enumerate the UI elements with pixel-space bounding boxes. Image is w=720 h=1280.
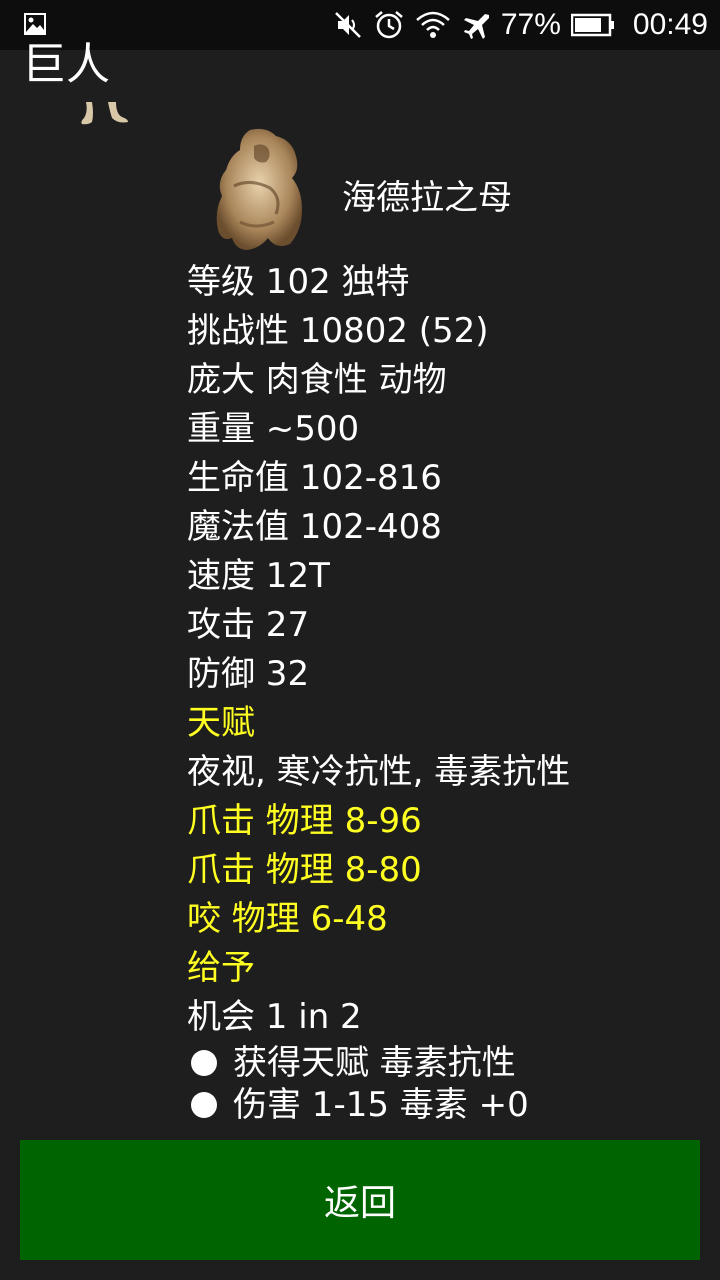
effect-item: 获得天赋 毒素抗性: [187, 1042, 707, 1084]
back-button-label: 返回: [323, 1183, 396, 1224]
back-button[interactable]: 返回: [20, 1140, 700, 1260]
attack-claw-2: 爪击 物理 8-80: [187, 850, 422, 890]
airplane-icon: [463, 14, 489, 39]
attack-bite: 咬 物理 6-48: [187, 899, 388, 939]
stat-hp: 生命值 102-816: [187, 458, 442, 498]
talents-list: 夜视, 寒冷抗性, 毒素抗性: [187, 752, 571, 792]
effect-text: 伤害 1-15 毒素 +0: [233, 1085, 529, 1125]
effect-text: 获得天赋 毒素抗性: [233, 1043, 516, 1083]
stat-challenge: 挑战性 10802 (52): [187, 311, 489, 351]
giant-feet-image: [81, 102, 128, 125]
talents-heading: 天赋: [187, 703, 255, 743]
alarm-icon: [375, 11, 403, 39]
grants-heading: 给予: [187, 948, 255, 988]
stat-speed: 速度 12T: [187, 556, 330, 596]
grant-chance: 机会 1 in 2: [187, 997, 362, 1037]
bullet-icon: [191, 1050, 217, 1076]
mute-icon: [334, 12, 361, 38]
wifi-icon: [416, 11, 450, 38]
stat-level: 等级 102 独特: [187, 262, 410, 302]
monster-stats: 等级 102 独特 挑战性 10802 (52) 庞大 肉食性 动物 重量 ~5…: [187, 258, 707, 1126]
stat-type: 庞大 肉食性 动物: [187, 360, 447, 400]
stat-defense: 防御 32: [187, 654, 310, 694]
battery-percent: 77%: [500, 8, 561, 41]
stat-weight: 重量 ~500: [187, 409, 360, 449]
battery-icon: [570, 13, 614, 37]
effect-item: 伤害 1-15 毒素 +0: [187, 1084, 707, 1126]
monster-name: 海德拉之母: [342, 178, 512, 218]
page-title: 巨人: [22, 39, 110, 90]
stat-attack: 攻击 27: [187, 605, 310, 645]
clock: 00:49: [632, 8, 708, 41]
monster-portrait: [216, 128, 302, 250]
status-icons: 77% 00:49: [333, 0, 708, 50]
bullet-icon: [191, 1092, 217, 1118]
stat-mp: 魔法值 102-408: [187, 507, 442, 547]
attack-claw-1: 爪击 物理 8-96: [187, 801, 422, 841]
